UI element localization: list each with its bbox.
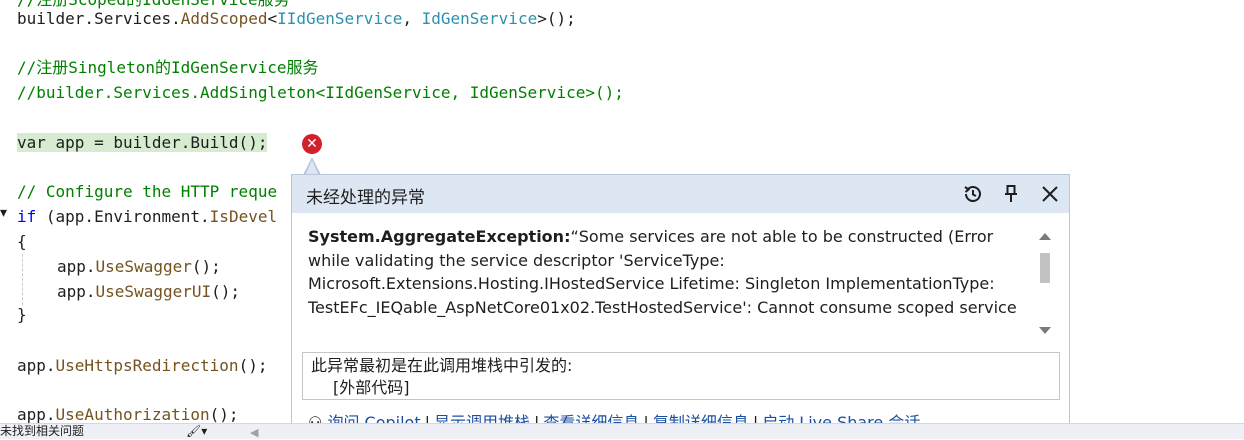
- code-token: ();: [211, 282, 241, 301]
- code-editor[interactable]: //注册Scoped的IdGenService服务 builder.Servic…: [0, 0, 1244, 423]
- code-token: IsDevel: [209, 207, 278, 226]
- code-token: ();: [191, 257, 221, 276]
- code-token: ();: [238, 356, 268, 375]
- outline-collapse-marker[interactable]: ▾: [0, 205, 7, 221]
- code-token: app.: [17, 356, 56, 375]
- code-token: AddScoped: [180, 9, 268, 28]
- code-line-close-brace: }: [17, 305, 27, 324]
- close-icon: [1042, 186, 1058, 202]
- code-line-use-authorization: app.UseAuthorization();: [17, 404, 239, 423]
- external-code-link[interactable]: [外部代码]: [311, 377, 1059, 399]
- code-token: >();: [537, 9, 576, 28]
- copy-details-link[interactable]: 复制详细信息: [653, 413, 749, 423]
- code-token: app.: [57, 282, 96, 301]
- code-token: IdGenService: [421, 9, 538, 28]
- scroll-left-icon[interactable]: ◀: [250, 425, 258, 440]
- code-line-use-swagger-ui: app.UseSwaggerUI();: [57, 281, 240, 303]
- code-line-comment-configure: // Configure the HTTP reque: [17, 182, 278, 201]
- code-token: .: [171, 9, 181, 28]
- code-token: IIdGenService: [277, 9, 403, 28]
- scroll-thumb[interactable]: [1040, 253, 1050, 283]
- brush-icon[interactable]: 🖌▾: [186, 424, 207, 439]
- link-separator: |: [424, 413, 430, 423]
- close-button[interactable]: [1037, 181, 1063, 207]
- code-token: UseSwaggerUI: [95, 282, 212, 301]
- current-statement-highlight: var app = builder.Build();: [17, 133, 268, 152]
- stack-origin-text: 此异常最初是在此调用堆栈中引发的:: [311, 356, 573, 375]
- history-icon: [964, 186, 981, 202]
- pin-icon: [1005, 185, 1017, 202]
- history-button[interactable]: [960, 181, 986, 207]
- show-call-stack-link[interactable]: 显示调用堆栈: [434, 413, 530, 423]
- message-scrollbar[interactable]: [1036, 227, 1054, 345]
- link-separator: |: [534, 413, 540, 423]
- code-token: (app.: [36, 207, 95, 226]
- exception-header: 未经处理的异常: [292, 175, 1069, 213]
- code-token: builder.: [17, 9, 95, 28]
- scroll-down-icon[interactable]: [1039, 327, 1051, 334]
- error-icon[interactable]: ✕: [302, 134, 322, 154]
- code-token: app.: [17, 405, 56, 423]
- code-line-commented-add-singleton: //builder.Services.AddSingleton<IIdGenSe…: [17, 83, 624, 102]
- code-token: UseHttpsRedirection: [55, 356, 239, 375]
- code-token: UseAuthorization: [55, 405, 210, 423]
- exception-helper-popup: 未经处理的异常 System.AggregateException:“Some …: [291, 174, 1070, 423]
- ask-copilot-link[interactable]: 询问 Copilot: [327, 413, 420, 423]
- code-line-use-swagger: app.UseSwagger();: [57, 256, 221, 278]
- live-share-link[interactable]: 启动 Live Share 会话...: [762, 413, 935, 423]
- pin-button[interactable]: [998, 181, 1024, 207]
- code-line-add-scoped: builder.Services.AddScoped<IIdGenService…: [17, 8, 576, 30]
- code-line-if: if (app.Environment.IsDevel: [17, 206, 277, 228]
- code-token: Environment: [94, 207, 201, 226]
- code-line-open-brace: {: [17, 232, 27, 251]
- exception-type: System.AggregateException:: [308, 227, 571, 246]
- status-bar: 未找到相关问题 🖌▾ ◀: [0, 423, 1244, 439]
- indent-guide: [22, 254, 23, 305]
- code-line-use-https: app.UseHttpsRedirection();: [17, 355, 267, 377]
- code-token: UseSwagger: [95, 257, 192, 276]
- exception-title: 未经处理的异常: [306, 188, 425, 208]
- code-token: .: [200, 207, 210, 226]
- code-line-comment-singleton: //注册Singleton的IdGenService服务: [17, 58, 319, 77]
- issues-status[interactable]: 未找到相关问题: [0, 424, 84, 439]
- code-token: if: [17, 207, 37, 226]
- code-token: ,: [402, 9, 422, 28]
- code-token: ();: [209, 405, 239, 423]
- scroll-up-icon[interactable]: [1039, 233, 1051, 240]
- link-separator: |: [752, 413, 759, 423]
- link-separator: |: [643, 413, 649, 423]
- code-token: <: [267, 9, 278, 28]
- view-details-link[interactable]: 查看详细信息: [543, 413, 639, 423]
- copilot-icon: ⚇: [308, 413, 323, 423]
- exception-actions: ⚇ 询问 Copilot | 显示调用堆栈 | 查看详细信息 | 复制详细信息 | 启动 Liv…: [308, 409, 936, 423]
- code-line-build: var app = builder.Build();: [17, 132, 268, 154]
- exception-message: System.AggregateException:“Some services…: [308, 225, 1033, 343]
- call-stack-box: 此异常最初是在此调用堆栈中引发的: [外部代码]: [302, 352, 1060, 400]
- code-token: app.: [57, 257, 96, 276]
- code-token: Services: [94, 9, 172, 28]
